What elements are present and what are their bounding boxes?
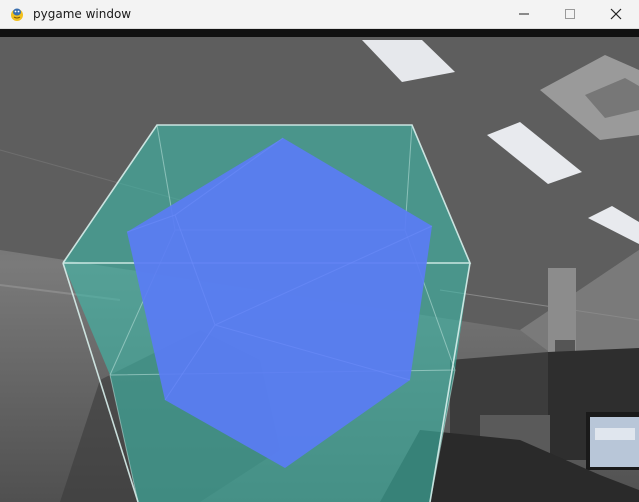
title-bar[interactable]: pygame window	[0, 0, 639, 29]
window-controls	[501, 0, 639, 28]
pygame-snake-icon	[9, 6, 25, 22]
maximize-icon	[565, 9, 575, 19]
minimize-button[interactable]	[501, 0, 547, 28]
pygame-window: pygame window	[0, 0, 639, 502]
maximize-button[interactable]	[547, 0, 593, 28]
minimize-icon	[519, 13, 529, 15]
game-canvas[interactable]	[0, 29, 639, 502]
close-icon	[610, 8, 622, 20]
close-button[interactable]	[593, 0, 639, 28]
window-title: pygame window	[33, 7, 132, 21]
